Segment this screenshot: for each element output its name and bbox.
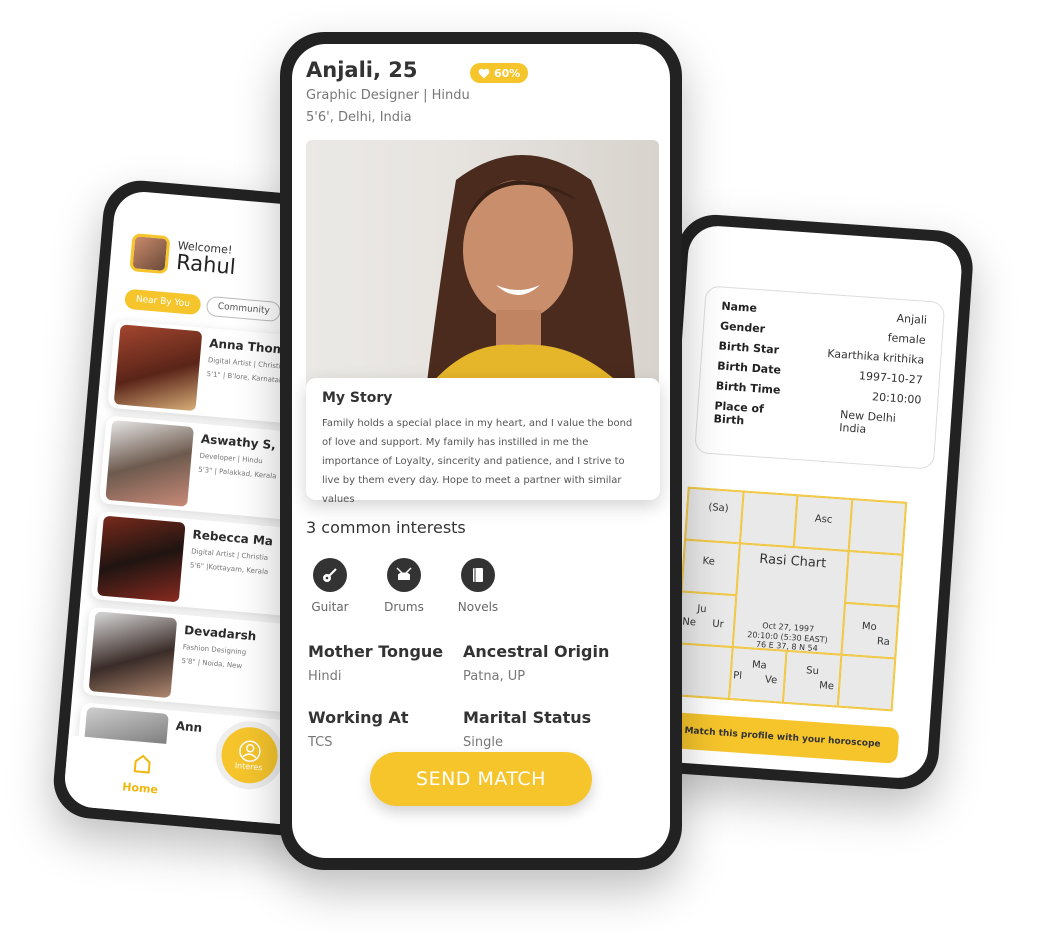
planet-ur: Ur	[711, 618, 725, 631]
detail-label: Place of Birth	[713, 399, 765, 428]
interests-list: Guitar Drums Novels	[306, 558, 502, 614]
profile-line2: 5'1" | B'lore, Karnataka	[206, 370, 288, 386]
fact-value: Single	[463, 735, 503, 750]
nav-home[interactable]: Home	[122, 752, 161, 796]
rasi-cell: Mo Ra	[840, 602, 899, 659]
story-text: Family holds a special place in my heart…	[322, 418, 633, 505]
story-card: My Story Family holds a special place in…	[306, 378, 660, 505]
right-phone: Name Anjali Gender female Birth Star Kaarth…	[640, 212, 976, 792]
user-icon	[239, 739, 261, 762]
detail-label: Name	[721, 299, 758, 315]
planet-ke: Ke	[702, 555, 716, 568]
rasi-cell: Ju Ne Ur	[677, 591, 736, 648]
profile-photo-illustration	[426, 155, 636, 390]
interest-label: Guitar	[311, 600, 349, 614]
fact-label: Ancestral Origin	[463, 642, 610, 661]
profile-name: Devadarsh	[183, 623, 257, 644]
profile-line2: 5'6" |Kottayam, Kerala	[189, 561, 269, 577]
center-phone: Anjali, 25 60% Graphic Designer | Hindu …	[280, 32, 682, 870]
planet-su: Su	[805, 665, 820, 678]
rasi-cell	[844, 550, 903, 607]
planet-me: Me	[818, 680, 835, 693]
bottom-nav: Home Interes	[62, 718, 314, 827]
profile-photo	[96, 515, 186, 603]
heart-icon	[478, 68, 490, 78]
fact-value: TCS	[308, 735, 333, 750]
rasi-chart: (Sa) Asc Ke Rasi Chart Oct 27, 1997 20:1…	[673, 486, 908, 712]
rasi-cell: Asc	[793, 495, 852, 551]
planet-ne: Ne	[681, 616, 697, 629]
profile-photo	[113, 324, 203, 412]
detail-value: New Delhi India	[838, 408, 897, 436]
avatar[interactable]	[129, 233, 171, 275]
nav-home-label: Home	[121, 780, 159, 797]
detail-value: female	[887, 331, 927, 347]
planet-ju: Ju	[696, 603, 707, 616]
fact-label: Marital Status	[463, 708, 592, 727]
story-title: My Story	[322, 390, 393, 406]
match-horoscope-button[interactable]: Match this profile with your horoscope	[665, 711, 900, 764]
profile-line1: Developer | Hindu	[199, 451, 263, 466]
planet-ma: Ma	[751, 659, 768, 672]
rasi-cell: Ma Pl Ve	[728, 647, 787, 703]
welcome-header: Welcome! Rahul	[129, 233, 237, 280]
send-match-button[interactable]: SEND MATCH	[370, 752, 592, 806]
interest-drums[interactable]: Drums	[380, 558, 428, 614]
interest-label: Interes	[234, 760, 263, 772]
interest-label: Drums	[384, 600, 424, 614]
fact-label: Working At	[308, 708, 409, 727]
profile-line2: 5'8" | Noida, New	[181, 656, 243, 671]
rasi-cell: (Sa)	[685, 487, 744, 544]
rasi-center: Rasi Chart Oct 27, 1997 20:10:0 (5:30 EA…	[732, 543, 849, 655]
profile-line2: 5'3" | Palakkad, Kerala	[197, 465, 277, 481]
rasi-cell	[674, 643, 733, 699]
planet-pl: Pl	[732, 670, 743, 682]
rasi-cell: Ke	[681, 539, 740, 596]
fact-ancestral-origin: Ancestral Origin Patna, UP	[463, 642, 609, 684]
rasi-cell	[848, 499, 907, 555]
planet-ve: Ve	[764, 674, 778, 687]
planet-sa: (Sa)	[707, 502, 729, 515]
planet-asc: Asc	[814, 513, 833, 526]
interest-label: Novels	[457, 600, 499, 614]
planet-mo: Mo	[861, 621, 878, 634]
profile-photo	[306, 140, 659, 390]
profile-line1: Fashion Designing	[182, 642, 247, 657]
home-icon	[133, 754, 151, 774]
profile-photo	[88, 611, 178, 699]
interests-title: 3 common interests	[306, 518, 466, 537]
profile-photo	[105, 419, 194, 507]
fact-label: Mother Tongue	[308, 642, 444, 661]
horoscope-details: Name Anjali Gender female Birth Star Kaarth…	[694, 285, 946, 470]
profile-name: Rebecca Ma	[192, 527, 274, 549]
interest-guitar[interactable]: Guitar	[306, 558, 354, 614]
rasi-title: Rasi Chart	[758, 551, 827, 572]
profile-name: Ann	[175, 718, 203, 735]
match-percent: 60%	[494, 66, 521, 80]
profile-line1: Digital Artist | Christia	[190, 547, 269, 563]
center-phone-screen: Anjali, 25 60% Graphic Designer | Hindu …	[292, 44, 670, 858]
fact-value: Hindi	[308, 669, 342, 684]
rasi-cell	[739, 491, 798, 548]
profile-name-age: Anjali, 25	[306, 58, 418, 82]
match-percent-badge: 60%	[470, 63, 529, 83]
fact-value: Patna, UP	[463, 669, 526, 684]
rasi-cell: Su Me	[782, 650, 841, 707]
profile-location: 5'6', Delhi, India	[306, 110, 412, 125]
profile-subtitle: Graphic Designer | Hindu	[306, 88, 470, 103]
user-name: Rahul	[175, 249, 237, 280]
tab-community[interactable]: Community	[205, 295, 282, 323]
book-icon	[461, 558, 495, 592]
right-phone-screen: Name Anjali Gender female Birth Star Kaarth…	[652, 224, 964, 780]
fact-working-at: Working At TCS	[308, 708, 409, 750]
drums-icon	[387, 558, 421, 592]
planet-ra: Ra	[876, 636, 891, 649]
interest-novels[interactable]: Novels	[454, 558, 502, 614]
fact-marital-status: Marital Status Single	[463, 708, 591, 750]
guitar-icon	[313, 558, 347, 592]
fact-mother-tongue: Mother Tongue Hindi	[308, 642, 443, 684]
tab-near-by-you[interactable]: Near By You	[124, 288, 202, 316]
detail-value: Anjali	[896, 311, 928, 327]
rasi-cell	[837, 654, 896, 711]
